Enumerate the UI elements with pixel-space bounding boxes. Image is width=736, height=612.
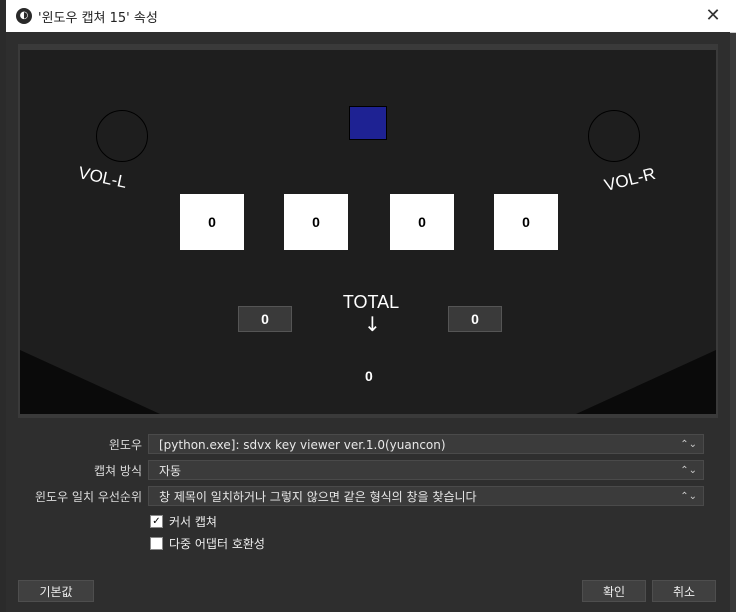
fx-key-left: 0 [238,306,292,332]
bt-key-d: 0 [494,194,558,250]
multi-adapter-checkbox[interactable] [150,537,163,550]
capture-cursor-row[interactable]: ✓ 커서 캡쳐 [150,513,217,530]
ok-button[interactable]: 확인 [582,580,646,602]
cancel-button[interactable]: 취소 [652,580,716,602]
total-value: 0 [365,368,373,384]
bt-key-c: 0 [390,194,454,250]
multi-adapter-label: 다중 어댑터 호환성 [169,537,265,551]
preview-background-shapes [20,350,716,414]
close-icon: ✕ [705,5,721,26]
bottom-left-wedge [20,350,160,414]
window-select-value: [python.exe]: sdvx key viewer ver.1.0(yu… [159,438,446,452]
defaults-button[interactable]: 기본값 [18,580,94,602]
chevron-updown-icon: ⌃⌄ [680,439,697,450]
knob-right [588,110,640,162]
bottom-right-wedge [576,350,716,414]
capture-preview: VOL-L VOL-R 0 0 0 0 0 0 TOTAL ↓ 0 [20,50,716,414]
priority-value: 창 제목이 일치하거나 그렇지 않으면 같은 형식의 창을 찾습니다 [159,490,477,504]
start-button-indicator [349,106,387,140]
title-bar: ◐ '윈도우 캡쳐 15' 속성 ✕ [6,0,736,33]
bt-key-b: 0 [284,194,348,250]
capture-cursor-label: 커서 캡쳐 [169,515,217,529]
priority-select[interactable]: 창 제목이 일치하거나 그렇지 않으면 같은 형식의 창을 찾습니다 ⌃⌄ [148,486,704,506]
capture-cursor-checkbox[interactable]: ✓ [150,515,163,528]
knob-left [96,110,148,162]
capture-method-value: 자동 [159,464,182,478]
chevron-updown-icon: ⌃⌄ [680,491,697,502]
priority-label: 윈도우 일치 우선순위 [35,490,142,504]
properties-dialog: VOL-L VOL-R 0 0 0 0 0 0 TOTAL ↓ 0 윈도우 [p… [6,32,730,612]
capture-method-select[interactable]: 자동 ⌃⌄ [148,460,704,480]
capture-method-label: 캡쳐 방식 [94,464,142,478]
total-arrow-icon: ↓ [364,312,381,336]
window-title: '윈도우 캡쳐 15' 속성 [38,11,158,26]
close-button[interactable]: ✕ [690,0,736,32]
chevron-updown-icon: ⌃⌄ [680,465,697,476]
bt-key-a: 0 [180,194,244,250]
window-select[interactable]: [python.exe]: sdvx key viewer ver.1.0(yu… [148,434,704,454]
fx-key-right: 0 [448,306,502,332]
window-field-label: 윈도우 [108,438,142,452]
total-label: TOTAL [342,292,400,312]
multi-adapter-row[interactable]: 다중 어댑터 호환성 [150,535,265,552]
obs-logo-icon: ◐ [16,8,32,24]
